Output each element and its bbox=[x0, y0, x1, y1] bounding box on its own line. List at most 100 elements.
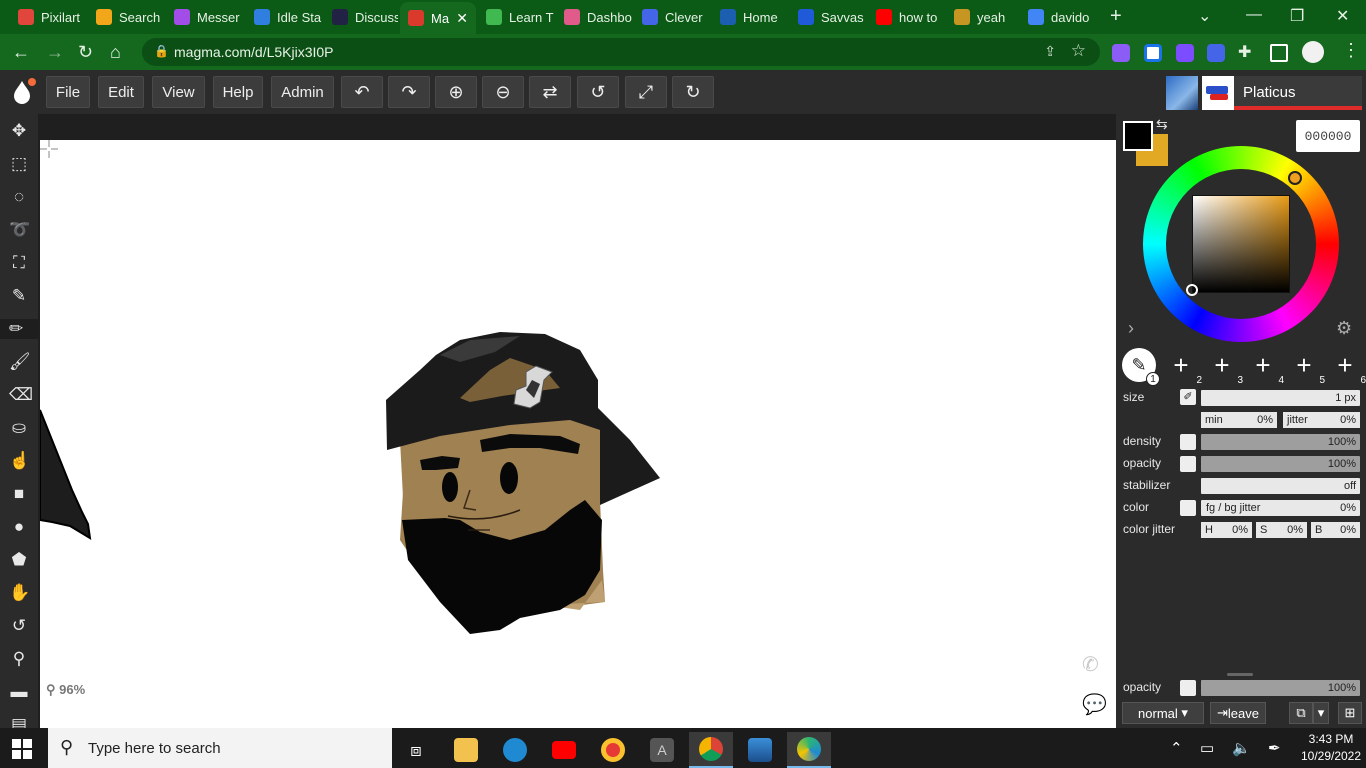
opacity-slider[interactable]: 100% bbox=[1201, 456, 1360, 472]
voice-call-icon[interactable]: ✆ bbox=[1082, 652, 1099, 677]
youtube-button[interactable] bbox=[542, 732, 586, 768]
saturation-value-picker[interactable] bbox=[1192, 195, 1290, 293]
app-a-button[interactable]: A bbox=[640, 732, 684, 768]
chrome-button[interactable] bbox=[689, 732, 733, 768]
brush-slot-6[interactable]: +6 bbox=[1328, 348, 1366, 387]
browser-tab[interactable]: Home bbox=[712, 4, 788, 30]
close-tab-icon[interactable]: ✕ bbox=[456, 10, 468, 27]
battery-icon[interactable]: ▭ bbox=[1200, 739, 1214, 757]
minimize-icon[interactable]: — bbox=[1246, 6, 1262, 24]
file-explorer-button[interactable] bbox=[444, 732, 488, 768]
task-view-button[interactable]: ⧈ bbox=[394, 732, 438, 768]
tab-search-icon[interactable]: ⌄ bbox=[1198, 6, 1211, 26]
browser-tab[interactable]: Search bbox=[88, 4, 164, 30]
zoom-indicator[interactable]: ⚲ 96% bbox=[46, 682, 85, 698]
menu-admin[interactable]: Admin bbox=[271, 76, 334, 108]
share-icon[interactable]: ⇪ bbox=[1044, 43, 1056, 60]
extension-icon[interactable] bbox=[1144, 44, 1162, 62]
chevron-right-icon[interactable]: › bbox=[1128, 318, 1134, 339]
swap-colors-icon[interactable]: ⇆ bbox=[1156, 116, 1168, 133]
menu-kebab-icon[interactable]: ⋮ bbox=[1342, 40, 1360, 61]
density-pressure-checkbox[interactable] bbox=[1180, 434, 1196, 450]
pen-icon[interactable]: ✒ bbox=[1268, 739, 1281, 757]
foreground-color-swatch[interactable] bbox=[1123, 121, 1153, 151]
add-layer-button[interactable]: ⊞ bbox=[1338, 702, 1362, 724]
browser-tab[interactable]: how to bbox=[868, 4, 944, 30]
chrome-alt-button[interactable] bbox=[591, 732, 635, 768]
blend-mode-select[interactable]: normal ▾ bbox=[1122, 702, 1204, 724]
browser-tab[interactable]: Savvas bbox=[790, 4, 866, 30]
browser-tab[interactable]: Learn T bbox=[478, 4, 554, 30]
brush-slot-1[interactable]: ✎ 1 bbox=[1122, 348, 1160, 386]
hue-handle[interactable] bbox=[1288, 171, 1302, 185]
browser-tab[interactable]: Clever bbox=[634, 4, 710, 30]
taskbar-search[interactable]: ⚲ Type here to search bbox=[48, 728, 392, 768]
color-picker-handle[interactable] bbox=[1186, 284, 1198, 296]
browser-tab[interactable]: davido bbox=[1020, 4, 1104, 30]
pressure-size-icon[interactable]: ✐ bbox=[1180, 389, 1196, 405]
hex-color-input[interactable]: 000000 bbox=[1296, 120, 1360, 152]
hand-icon[interactable]: ✋ bbox=[9, 583, 30, 603]
redo-button[interactable]: ↷ bbox=[388, 76, 430, 108]
min-size-slider[interactable]: min 0% bbox=[1201, 412, 1277, 428]
ellipse-select-icon[interactable]: ◌ bbox=[9, 187, 29, 207]
layer-menu-button[interactable]: ▾ bbox=[1313, 702, 1329, 724]
eyedropper-icon[interactable]: ✎ bbox=[9, 286, 29, 306]
ruler-icon[interactable]: ▬ bbox=[9, 682, 29, 702]
shape-icon[interactable]: ⬟ bbox=[9, 550, 29, 570]
sidepanel-icon[interactable] bbox=[1270, 44, 1288, 62]
saturation-jitter-slider[interactable]: S 0% bbox=[1256, 522, 1307, 538]
close-window-icon[interactable]: ✕ bbox=[1336, 6, 1349, 26]
extension-icon[interactable] bbox=[1112, 44, 1130, 62]
canvas-area[interactable]: ✆ 💬 ⚲ 96% bbox=[38, 114, 1116, 728]
move-icon[interactable]: ✥ bbox=[9, 121, 29, 141]
density-slider[interactable]: 100% bbox=[1201, 434, 1360, 450]
puzzle-icon[interactable]: ✚ bbox=[1238, 42, 1251, 62]
fg-bg-jitter-slider[interactable]: fg / bg jitter 0% bbox=[1201, 500, 1360, 516]
rotate-left-button[interactable]: ↺ bbox=[577, 76, 619, 108]
fullscreen-button[interactable]: ⤢ bbox=[625, 76, 667, 108]
forward-icon[interactable]: → bbox=[46, 42, 64, 63]
browser-tab[interactable]: Ma ✕ bbox=[400, 2, 476, 34]
address-bar[interactable]: 🔒 magma.com/d/L5Kjix3I0P ⇪ ☆ bbox=[142, 38, 1100, 66]
browser-tab[interactable]: Messer bbox=[166, 4, 244, 30]
avatar[interactable] bbox=[1166, 76, 1198, 110]
user-entry[interactable]: Platicus bbox=[1234, 76, 1362, 110]
brush-icon[interactable]: 🖌 bbox=[9, 352, 31, 372]
bookmark-star-icon[interactable]: ☆ bbox=[1071, 41, 1086, 61]
color-pressure-checkbox[interactable] bbox=[1180, 500, 1196, 516]
browser-tab[interactable]: Dashbo bbox=[556, 4, 632, 30]
edge-button[interactable] bbox=[493, 732, 537, 768]
zoom-out-button[interactable]: ⊖ bbox=[482, 76, 524, 108]
brush-slot-3[interactable]: +3 bbox=[1205, 348, 1243, 387]
avatar[interactable] bbox=[1202, 76, 1234, 110]
user-list[interactable]: Platicus bbox=[1166, 74, 1362, 112]
restore-icon[interactable]: ❐ bbox=[1290, 6, 1304, 26]
rotate-right-button[interactable]: ↻ bbox=[672, 76, 714, 108]
back-icon[interactable]: ← bbox=[12, 42, 30, 63]
clever-extension-icon[interactable] bbox=[1207, 44, 1225, 62]
menu-help[interactable]: Help bbox=[213, 76, 263, 108]
drawing-canvas[interactable]: ✆ 💬 bbox=[40, 140, 1116, 728]
ellipse-icon[interactable]: ● bbox=[9, 517, 29, 537]
menu-file[interactable]: File bbox=[46, 76, 90, 108]
brush-slot-5[interactable]: +5 bbox=[1287, 348, 1325, 387]
rotate-view-icon[interactable]: ↺ bbox=[9, 616, 29, 636]
leave-button[interactable]: ⇥ leave bbox=[1210, 702, 1266, 724]
clock[interactable]: 3:43 PM 10/29/2022 bbox=[1300, 731, 1362, 765]
size-jitter-slider[interactable]: jitter 0% bbox=[1283, 412, 1360, 428]
panel-resize-handle[interactable] bbox=[1227, 673, 1253, 676]
duplicate-layer-button[interactable]: ⧉ bbox=[1289, 702, 1313, 724]
hue-jitter-slider[interactable]: H 0% bbox=[1201, 522, 1252, 538]
extension-icon[interactable] bbox=[1176, 44, 1194, 62]
new-tab-icon[interactable]: + bbox=[1110, 5, 1122, 28]
pencil-icon[interactable]: ✏ bbox=[0, 319, 41, 339]
brush-slot-4[interactable]: +4 bbox=[1246, 348, 1284, 387]
chat-icon[interactable]: 💬 bbox=[1082, 692, 1107, 717]
smudge-icon[interactable]: ☝ bbox=[9, 451, 30, 471]
flip-button[interactable]: ⇄ bbox=[529, 76, 571, 108]
reload-icon[interactable]: ↻ bbox=[78, 42, 93, 63]
layer-opacity-checkbox[interactable] bbox=[1180, 680, 1196, 696]
menu-edit[interactable]: Edit bbox=[98, 76, 144, 108]
chevron-up-icon[interactable]: ⌃ bbox=[1170, 739, 1183, 757]
